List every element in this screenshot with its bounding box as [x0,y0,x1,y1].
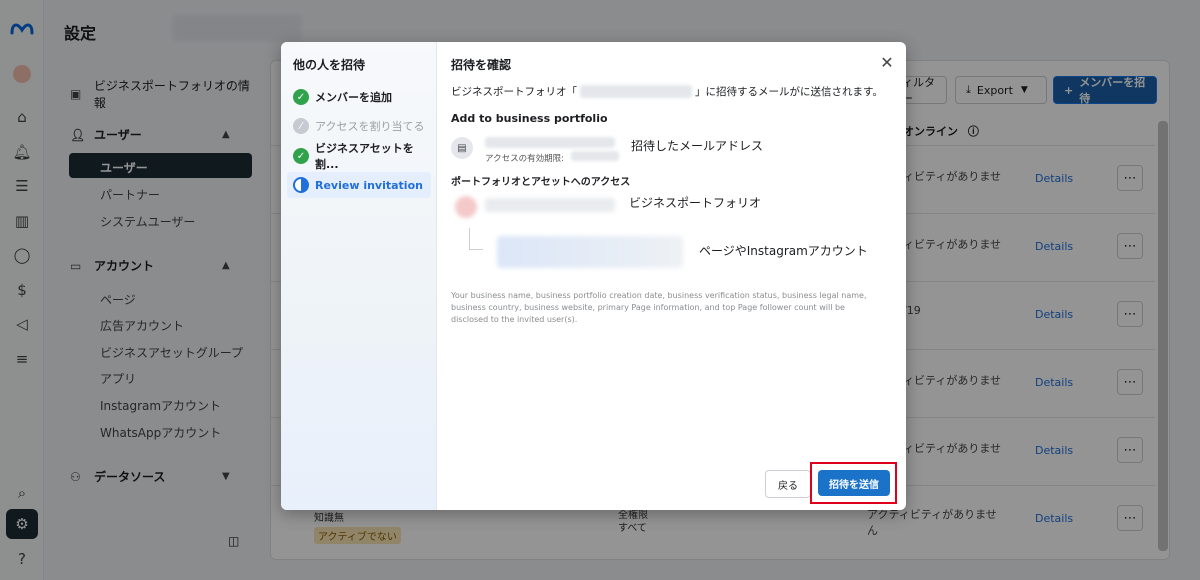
invitee-avatar-icon: ▤ [451,137,473,159]
disclosure-text: Your business name, business portfolio c… [451,291,867,324]
invite-steps-panel: 他の人を招待 ✓ メンバーを追加 ⁄ アクセスを割り当てる ✓ ビジネスアセット… [281,42,437,510]
skipped-icon: ⁄ [293,118,309,134]
review-title: 招待を確認 [451,58,512,72]
redacted-portfolio [485,198,615,212]
portfolio-row: ビジネスポートフォリオ [451,192,881,222]
portfolio-avatar [455,196,477,218]
check-icon: ✓ [293,89,309,105]
invitee-row: ▤ アクセスの有効期限: 招待したメールアドレス [451,135,881,165]
access-heading: ポートフォリオとアセットへのアクセス [451,177,631,188]
step-assign-access[interactable]: ⁄ アクセスを割り当てる [287,113,431,139]
progress-half-icon [293,177,309,193]
expiry-label: アクセスの有効期限: [485,154,564,164]
check-icon: ✓ [293,148,309,164]
step-add-members[interactable]: ✓ メンバーを追加 [287,84,431,110]
close-icon[interactable]: ✕ [877,52,897,72]
back-button[interactable]: 戻る [765,470,811,498]
review-pane: 招待を確認 ✕ ビジネスポートフォリオ「 」に招待するメールがに送信されます。 … [437,42,906,510]
asset-annotation: ページやInstagramアカウント [699,244,868,258]
redacted-portfolio-name [580,85,692,98]
step-review-invitation[interactable]: Review invitation [287,172,431,198]
invite-modal: 他の人を招待 ✓ メンバーを追加 ⁄ アクセスを割り当てる ✓ ビジネスアセット… [281,42,906,510]
asset-row: ページやInstagramアカウント [497,234,897,270]
redacted-assets [497,236,683,268]
highlight-box: 招待を送信 [810,462,897,504]
portfolio-annotation: ビジネスポートフォリオ [629,196,762,210]
redacted-email [485,137,615,148]
steps-title: 他の人を招待 [293,58,366,72]
send-invitation-button[interactable]: 招待を送信 [818,470,890,496]
add-to-portfolio-heading: Add to business portfolio [451,112,608,125]
invite-description: ビジネスポートフォリオ「 」に招待するメールがに送信されます。 [451,85,883,98]
tree-connector [469,228,483,250]
step-assign-assets[interactable]: ✓ ビジネスアセットを割... [287,142,431,171]
email-annotation: 招待したメールアドレス [631,139,764,153]
redacted-expiry [571,151,619,161]
